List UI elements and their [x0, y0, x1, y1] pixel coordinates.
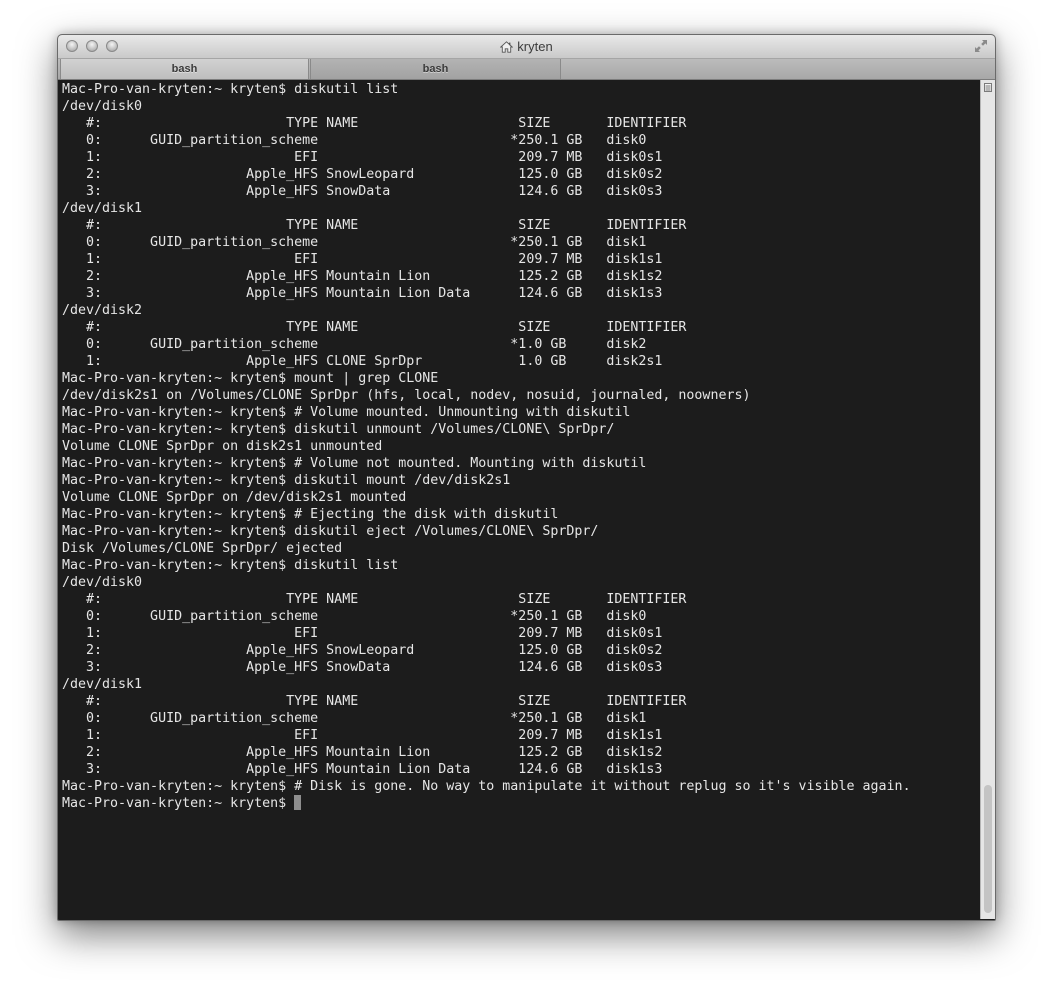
terminal-line: 0: GUID_partition_scheme *250.1 GB disk0 [62, 133, 647, 148]
terminal-line: 2: Apple_HFS SnowLeopard 125.0 GB disk0s… [62, 643, 663, 658]
terminal-line: Mac-Pro-van-kryten:~ kryten$ diskutil li… [62, 82, 399, 97]
window-title-text: kryten [517, 39, 553, 54]
terminal-line: /dev/disk1 [62, 201, 143, 216]
terminal-line: 2: Apple_HFS SnowLeopard 125.0 GB disk0s… [62, 167, 663, 182]
terminal-line: 1: EFI 209.7 MB disk0s1 [62, 150, 663, 165]
terminal-prompt: Mac-Pro-van-kryten:~ kryten$ [62, 796, 295, 811]
terminal-line: 3: Apple_HFS SnowData 124.6 GB disk0s3 [62, 184, 663, 199]
terminal-output[interactable]: Mac-Pro-van-kryten:~ kryten$ diskutil li… [62, 81, 977, 917]
terminal-line: 1: EFI 209.7 MB disk1s1 [62, 728, 663, 743]
terminal-line: 0: GUID_partition_scheme *1.0 GB disk2 [62, 337, 647, 352]
terminal-line: 3: Apple_HFS Mountain Lion Data 124.6 GB… [62, 286, 663, 301]
tab-bar: bash bash [58, 59, 995, 80]
terminal-prompt-line[interactable]: Mac-Pro-van-kryten:~ kryten$ [62, 795, 977, 812]
terminal-line: 3: Apple_HFS Mountain Lion Data 124.6 GB… [62, 762, 663, 777]
terminal-line: Mac-Pro-van-kryten:~ kryten$ # Volume no… [62, 456, 647, 471]
terminal-line: 1: EFI 209.7 MB disk0s1 [62, 626, 663, 641]
terminal-line: Mac-Pro-van-kryten:~ kryten$ diskutil ej… [62, 524, 599, 539]
terminal-line: #: TYPE NAME SIZE IDENTIFIER [62, 116, 687, 131]
terminal-line: #: TYPE NAME SIZE IDENTIFIER [62, 218, 687, 233]
terminal-line: /dev/disk2 [62, 303, 143, 318]
terminal-line: Mac-Pro-van-kryten:~ kryten$ # Ejecting … [62, 507, 559, 522]
home-icon [500, 41, 514, 53]
tab-bash-2[interactable]: bash [310, 59, 561, 79]
terminal-line: Mac-Pro-van-kryten:~ kryten$ diskutil mo… [62, 473, 511, 488]
terminal-line: /dev/disk0 [62, 575, 143, 590]
terminal-line: 1: EFI 209.7 MB disk1s1 [62, 252, 663, 267]
terminal-line: #: TYPE NAME SIZE IDENTIFIER [62, 320, 687, 335]
fullscreen-icon[interactable] [974, 39, 988, 53]
terminal-line: /dev/disk2s1 on /Volumes/CLONE SprDpr (h… [62, 388, 751, 403]
window-title: kryten [58, 39, 995, 54]
terminal-line: 2: Apple_HFS Mountain Lion 125.2 GB disk… [62, 269, 663, 284]
title-bar[interactable]: kryten [58, 35, 995, 59]
terminal-line: 2: Apple_HFS Mountain Lion 125.2 GB disk… [62, 745, 663, 760]
terminal-line: Volume CLONE SprDpr on /dev/disk2s1 moun… [62, 490, 407, 505]
terminal-line: 0: GUID_partition_scheme *250.1 GB disk1 [62, 235, 647, 250]
terminal-line: Volume CLONE SprDpr on disk2s1 unmounted [62, 439, 383, 454]
terminal-line: 3: Apple_HFS SnowData 124.6 GB disk0s3 [62, 660, 663, 675]
split-pane-icon[interactable] [984, 83, 992, 92]
terminal-line: Mac-Pro-van-kryten:~ kryten$ diskutil li… [62, 558, 399, 573]
terminal-line: #: TYPE NAME SIZE IDENTIFIER [62, 592, 687, 607]
terminal-line: Disk /Volumes/CLONE SprDpr/ ejected [62, 541, 343, 556]
terminal-window: kryten bash bash Mac-Pro-van-kryten:~ kr… [57, 34, 996, 921]
terminal-line: Mac-Pro-van-kryten:~ kryten$ # Disk is g… [62, 779, 911, 794]
terminal-line: Mac-Pro-van-kryten:~ kryten$ # Volume mo… [62, 405, 631, 420]
terminal-line: Mac-Pro-van-kryten:~ kryten$ mount | gre… [62, 371, 439, 386]
scroll-thumb[interactable] [984, 785, 992, 913]
terminal-line: /dev/disk0 [62, 99, 143, 114]
terminal-line: #: TYPE NAME SIZE IDENTIFIER [62, 694, 687, 709]
terminal-line: 0: GUID_partition_scheme *250.1 GB disk0 [62, 609, 647, 624]
terminal-line: 0: GUID_partition_scheme *250.1 GB disk1 [62, 711, 647, 726]
terminal-line: 1: Apple_HFS CLONE SprDpr 1.0 GB disk2s1 [62, 354, 663, 369]
terminal-line: Mac-Pro-van-kryten:~ kryten$ diskutil un… [62, 422, 615, 437]
terminal-line: /dev/disk1 [62, 677, 143, 692]
text-cursor [294, 795, 302, 810]
scrollbar[interactable] [980, 80, 995, 919]
tab-bash-1[interactable]: bash [60, 59, 309, 79]
